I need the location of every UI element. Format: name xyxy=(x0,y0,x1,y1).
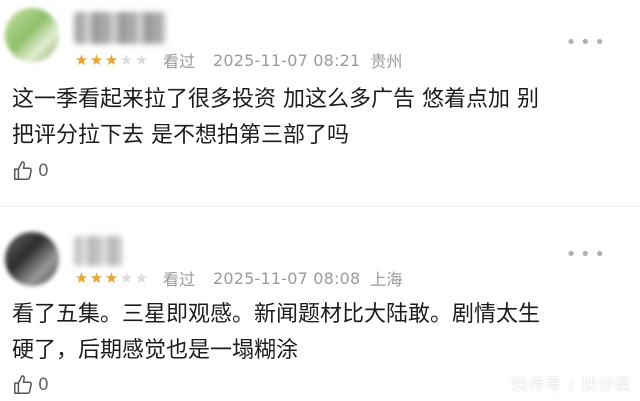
watch-status: 看过 xyxy=(163,52,196,71)
like-count: 0 xyxy=(38,161,49,181)
star-rating: ★ ★ ★ ★ ★ xyxy=(74,50,149,69)
comment-text: 看了五集。三星即观感。新闻题材比大陆敢。剧情太生 硬了，后期感觉也是一塌糊涂 xyxy=(12,297,632,369)
star-rating: ★ ★ ★ ★ ★ xyxy=(74,268,149,287)
star-icon: ★ xyxy=(89,268,104,287)
like-button[interactable]: 0 xyxy=(12,374,49,396)
star-icon: ★ xyxy=(134,268,149,287)
comment-item: ★ ★ ★ ★ ★ 看过 2025-11-07 08:21 贵州 • • • 这一季看起… xyxy=(0,0,640,200)
avatar[interactable] xyxy=(5,8,59,62)
comment-text: 这一季看起来拉了很多投资 加这么多广告 悠着点加 别 把评分拉下去 是不想拍第三… xyxy=(12,82,632,154)
thumb-up-icon xyxy=(14,161,32,180)
star-icon: ★ xyxy=(104,50,119,69)
star-icon: ★ xyxy=(119,268,134,287)
comment-text-line: 看了五集。三星即观感。新闻题材比大陆敢。剧情太生 xyxy=(12,302,541,327)
star-icon: ★ xyxy=(74,268,89,287)
username-blurred[interactable] xyxy=(74,12,166,44)
comment-datetime: 2025-11-07 08:21 xyxy=(213,50,361,70)
star-icon: ★ xyxy=(89,50,104,69)
comment-location: 贵州 xyxy=(370,52,403,71)
avatar[interactable] xyxy=(5,232,59,286)
watch-status: 看过 xyxy=(163,270,196,289)
comment-meta: ★ ★ ★ ★ ★ 看过 2025-11-07 08:08 上海 xyxy=(74,266,403,290)
more-dots-icon[interactable]: • • • xyxy=(566,34,605,52)
star-icon: ★ xyxy=(134,50,149,69)
comment-text-line: 这一季看起来拉了很多投资 加这么多广告 悠着点加 别 xyxy=(12,87,539,112)
more-dots-icon[interactable]: • • • xyxy=(566,246,605,264)
watermark: 快传号 / 扶汐梁 xyxy=(511,375,632,394)
like-button[interactable]: 0 xyxy=(12,160,49,182)
like-count: 0 xyxy=(38,375,49,395)
comment-text-line: 硬了，后期感觉也是一塌糊涂 xyxy=(12,338,299,363)
star-icon: ★ xyxy=(119,50,134,69)
comment-datetime: 2025-11-07 08:08 xyxy=(213,268,361,288)
star-icon: ★ xyxy=(74,50,89,69)
thumb-up-icon xyxy=(14,375,32,394)
comment-text-line: 把评分拉下去 是不想拍第三部了吗 xyxy=(12,123,349,148)
comment-meta: ★ ★ ★ ★ ★ 看过 2025-11-07 08:21 贵州 xyxy=(74,48,403,72)
username-blurred[interactable] xyxy=(74,236,122,266)
divider xyxy=(0,206,640,207)
star-icon: ★ xyxy=(104,268,119,287)
comment-location: 上海 xyxy=(370,270,403,289)
